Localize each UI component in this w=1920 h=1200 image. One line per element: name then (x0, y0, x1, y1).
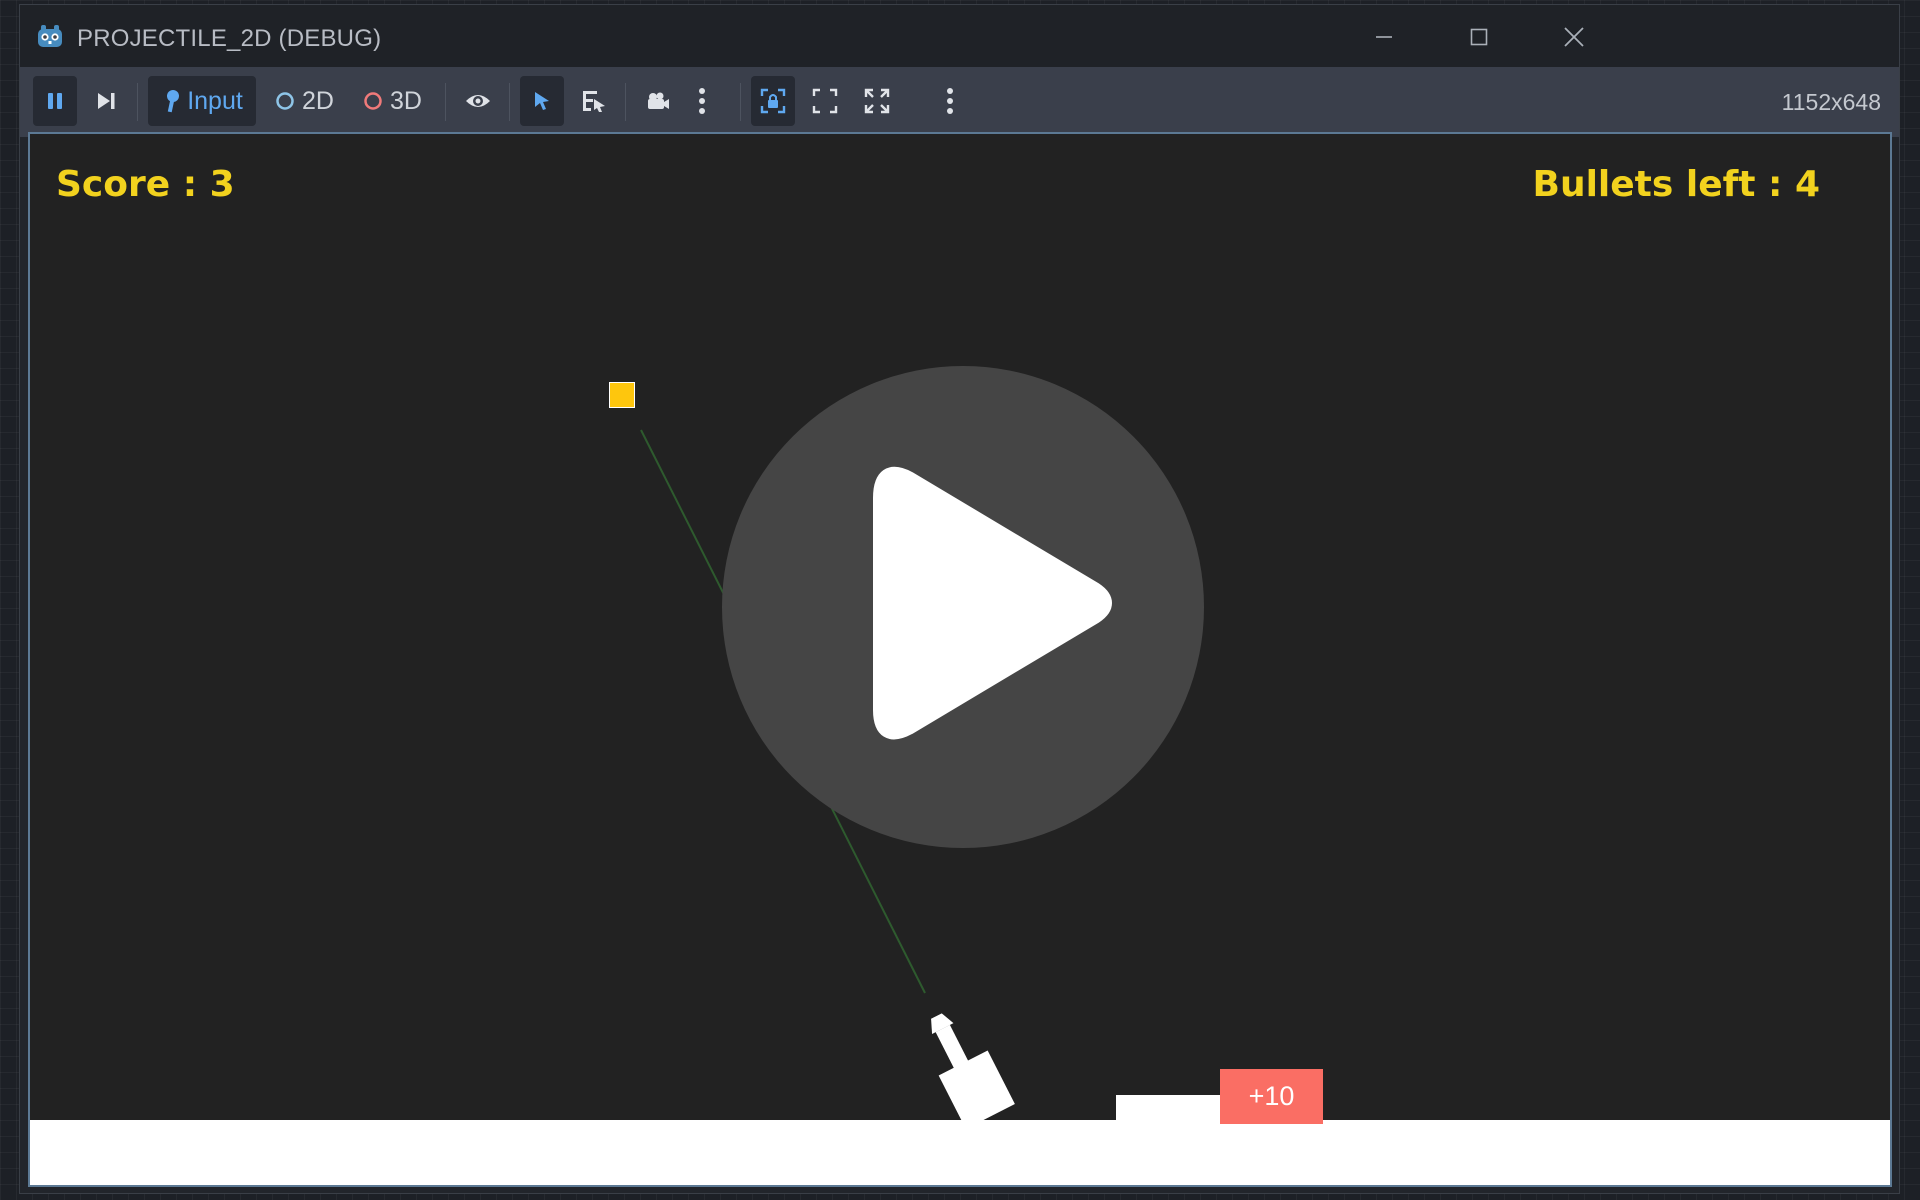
input-label: Input (187, 86, 243, 115)
visibility-button[interactable] (456, 76, 500, 126)
window-title: PROJECTILE_2D (DEBUG) (77, 25, 382, 52)
ground (30, 1120, 1890, 1185)
target-label: +10 (1248, 1081, 1295, 1111)
pause-icon (48, 93, 62, 109)
fullscreen-button[interactable] (855, 76, 899, 126)
pause-button[interactable] (33, 76, 77, 126)
camera-options-button[interactable] (688, 76, 716, 126)
separator (740, 83, 741, 121)
target-platform (1116, 1095, 1220, 1124)
input-toggle-button[interactable]: Input (148, 76, 256, 126)
eye-icon (466, 95, 490, 107)
godot-icon (38, 25, 62, 47)
step-frame-icon (98, 93, 115, 109)
separator (509, 83, 510, 121)
embed-lock-icon (760, 88, 786, 114)
camera-icon (648, 92, 669, 109)
mode-2d-button[interactable]: 2D (268, 76, 340, 126)
expand-corners-icon (812, 88, 838, 114)
score-label: Score : 3 (56, 164, 235, 205)
separator (137, 83, 138, 121)
separator (445, 83, 446, 121)
kebab-menu-icon (699, 88, 705, 114)
score-target: +10 (1220, 1069, 1323, 1124)
resolution-label: 1152x648 (1781, 89, 1881, 115)
list-select-icon (583, 91, 605, 112)
mode-2d-label: 2D (302, 86, 334, 115)
play-button[interactable] (722, 366, 1204, 848)
minimize-button[interactable] (1360, 17, 1408, 57)
bullets-left-label: Bullets left : 4 (1532, 164, 1820, 205)
separator (625, 83, 626, 121)
select-button[interactable] (520, 76, 564, 126)
circle-3d-icon (364, 92, 382, 110)
game-toolbar: Input 2D 3D 1152x648 (20, 67, 1899, 137)
joystick-icon (167, 90, 180, 113)
more-options-button[interactable] (936, 76, 964, 126)
mode-3d-label: 3D (390, 86, 422, 115)
arrow-cursor-icon (535, 92, 549, 110)
fullscreen-icon (864, 88, 890, 114)
cannon-icon[interactable] (910, 992, 1030, 1122)
minimize-icon (1376, 36, 1392, 38)
game-window: PROJECTILE_2D (DEBUG) Input 2D 3D 1152x6… (19, 4, 1900, 1194)
kebab-menu-icon (947, 88, 953, 114)
maximize-button[interactable] (1455, 17, 1503, 57)
maximize-icon (1470, 28, 1488, 46)
step-frame-button[interactable] (84, 76, 128, 126)
circle-2d-icon (276, 92, 294, 110)
mode-3d-button[interactable]: 3D (356, 76, 428, 126)
close-button[interactable] (1550, 17, 1598, 57)
play-icon (873, 466, 1112, 740)
camera-button[interactable] (636, 76, 680, 126)
list-select-button[interactable] (572, 76, 616, 126)
fit-button[interactable] (803, 76, 847, 126)
embed-lock-button[interactable] (751, 76, 795, 126)
game-viewport[interactable]: +10 Score : 3 Bullets left : 4 (28, 132, 1892, 1187)
close-icon (1564, 27, 1584, 47)
bullet-projectile (609, 382, 635, 408)
title-bar[interactable]: PROJECTILE_2D (DEBUG) (20, 5, 1899, 67)
